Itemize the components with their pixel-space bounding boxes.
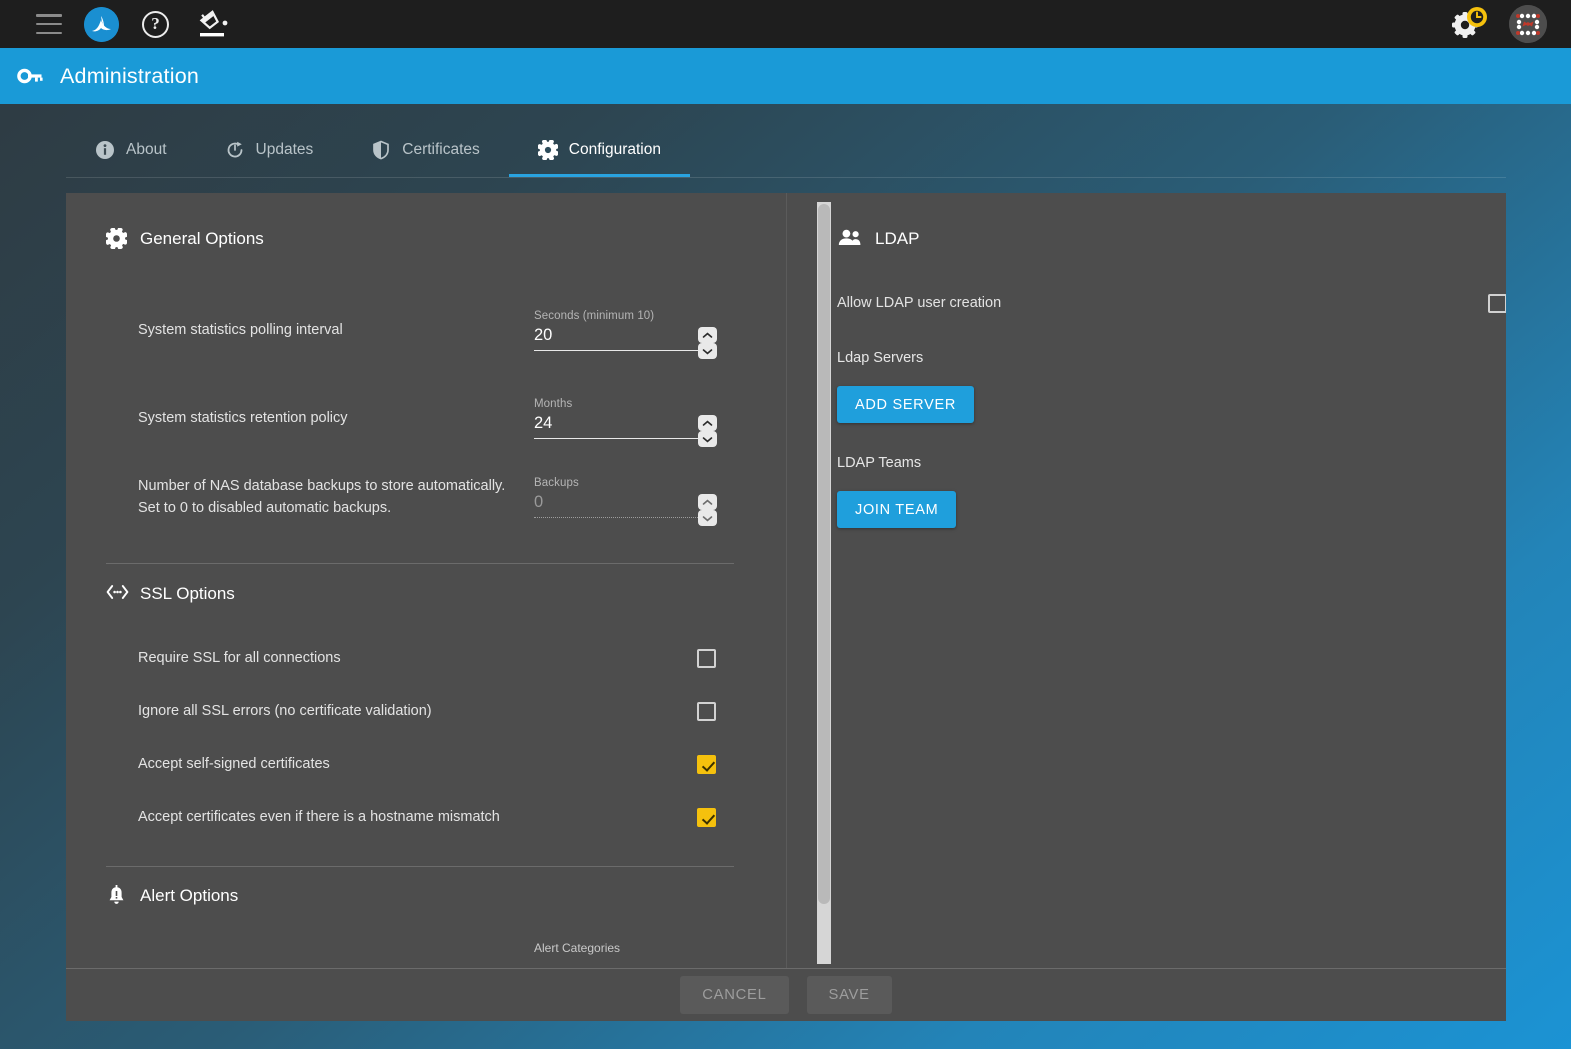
nas-backups-stepper[interactable] bbox=[698, 494, 717, 527]
hamburger-menu-icon[interactable] bbox=[36, 14, 62, 34]
right-column: LDAP Allow LDAP user creation Ldap Serve… bbox=[786, 193, 1506, 968]
field-caption: Seconds (minimum 10) bbox=[534, 310, 655, 322]
tab-bar: About Updates Certificates Configuration bbox=[66, 126, 1506, 178]
stepper-down-icon[interactable] bbox=[698, 343, 717, 359]
page-title: Administration bbox=[60, 63, 200, 88]
stepper-up-icon[interactable] bbox=[698, 494, 717, 511]
retention-policy-input[interactable]: 24 bbox=[534, 414, 716, 438]
tab-label: Configuration bbox=[568, 140, 661, 158]
section-divider bbox=[106, 866, 734, 867]
nas-backups-input[interactable]: 0 bbox=[534, 493, 716, 517]
retention-policy-input-group[interactable]: Months 24 bbox=[534, 398, 717, 447]
help-circle-icon[interactable]: ? bbox=[142, 10, 169, 38]
accept-hostname-mismatch-checkbox[interactable] bbox=[697, 808, 716, 828]
cancel-button[interactable]: CANCEL bbox=[680, 976, 789, 1014]
ssl-option-label: Accept self-signed certificates bbox=[138, 756, 330, 772]
top-bar: ? bbox=[0, 0, 1571, 48]
allow-ldap-user-creation-checkbox[interactable] bbox=[1488, 294, 1506, 314]
ldap-heading: LDAP bbox=[837, 228, 919, 249]
tab-label: Updates bbox=[255, 140, 314, 158]
setting-row-nas-backups: Number of NAS database backups to store … bbox=[138, 476, 717, 527]
ssl-option-row-hostname-mismatch[interactable]: Accept certificates even if there is a h… bbox=[138, 807, 716, 829]
section-divider bbox=[106, 563, 734, 564]
input-underline bbox=[534, 517, 716, 519]
add-server-button[interactable]: ADD SERVER bbox=[837, 386, 975, 423]
ssl-option-label: Ignore all SSL errors (no certificate va… bbox=[138, 703, 432, 719]
code-brackets-icon bbox=[106, 583, 129, 604]
join-team-button[interactable]: JOIN TEAM bbox=[837, 491, 957, 528]
polling-interval-input[interactable]: 20 bbox=[534, 326, 716, 350]
stepper-up-icon[interactable] bbox=[698, 415, 717, 431]
save-button[interactable]: SAVE bbox=[806, 976, 892, 1014]
ssl-option-label: Accept certificates even if there is a h… bbox=[138, 809, 500, 825]
ignore-ssl-errors-checkbox[interactable] bbox=[697, 702, 716, 722]
tab-about[interactable]: About bbox=[66, 125, 196, 177]
ldap-allow-user-creation-row[interactable]: Allow LDAP user creation bbox=[837, 293, 1506, 315]
ldap-teams-label: LDAP Teams bbox=[837, 455, 922, 471]
left-column: General Options System statistics pollin… bbox=[66, 193, 786, 968]
accept-self-signed-checkbox[interactable] bbox=[697, 755, 716, 775]
tab-certificates[interactable]: Certificates bbox=[342, 125, 509, 177]
ldap-option-label: Allow LDAP user creation bbox=[837, 295, 1002, 311]
card-footer: CANCEL SAVE bbox=[66, 968, 1506, 1021]
gear-icon bbox=[537, 138, 559, 161]
setting-row-polling-interval: System statistics polling interval Secon… bbox=[138, 310, 717, 359]
require-ssl-checkbox[interactable] bbox=[697, 649, 716, 669]
retention-policy-stepper[interactable] bbox=[698, 415, 717, 447]
refresh-icon bbox=[225, 140, 245, 160]
setting-label: System statistics retention policy bbox=[138, 409, 348, 426]
section-title: SSL Options bbox=[140, 583, 235, 603]
stepper-up-icon[interactable] bbox=[698, 327, 717, 343]
polling-interval-stepper[interactable] bbox=[698, 327, 717, 359]
page-header: Administration bbox=[0, 48, 1571, 104]
alert-categories-label: Alert Categories bbox=[534, 941, 621, 955]
ssl-option-row-require-ssl[interactable]: Require SSL for all connections bbox=[138, 648, 716, 670]
top-bar-right-group bbox=[1451, 5, 1557, 43]
user-avatar-identicon[interactable] bbox=[1509, 5, 1547, 43]
setting-row-retention-policy: System statistics retention policy Month… bbox=[138, 398, 717, 447]
section-title: Alert Options bbox=[140, 885, 239, 905]
setting-label: Number of NAS database backups to store … bbox=[138, 478, 506, 516]
ssl-option-label: Require SSL for all connections bbox=[138, 650, 341, 666]
section-title: General Options bbox=[140, 228, 264, 248]
ldap-servers-label: Ldap Servers bbox=[837, 350, 924, 366]
nas-backups-input-group[interactable]: Backups 0 bbox=[534, 477, 717, 527]
section-title: LDAP bbox=[875, 228, 920, 248]
paint-bucket-icon[interactable] bbox=[196, 8, 230, 40]
info-icon bbox=[95, 140, 115, 160]
tab-updates[interactable]: Updates bbox=[196, 125, 343, 177]
card-body: General Options System statistics pollin… bbox=[66, 193, 1506, 968]
ssl-option-row-ignore-errors[interactable]: Ignore all SSL errors (no certificate va… bbox=[138, 701, 716, 723]
tab-label: About bbox=[126, 140, 167, 158]
bell-icon bbox=[106, 885, 127, 906]
polling-interval-input-group[interactable]: Seconds (minimum 10) 20 bbox=[534, 310, 717, 359]
gear-icon[interactable] bbox=[1451, 6, 1491, 42]
ssl-option-row-self-signed[interactable]: Accept self-signed certificates bbox=[138, 754, 716, 776]
setting-label: System statistics polling interval bbox=[138, 321, 343, 338]
people-icon bbox=[837, 228, 862, 249]
input-underline bbox=[534, 438, 716, 439]
alert-options-heading: Alert Options bbox=[106, 885, 238, 906]
tab-configuration[interactable]: Configuration bbox=[508, 125, 690, 177]
field-caption: Months bbox=[534, 398, 573, 410]
field-caption: Backups bbox=[534, 477, 579, 490]
configuration-card: General Options System statistics pollin… bbox=[66, 193, 1506, 1021]
tab-label: Certificates bbox=[402, 140, 480, 158]
app-logo-icon[interactable] bbox=[84, 6, 119, 42]
gear-icon bbox=[105, 227, 128, 250]
stepper-down-icon[interactable] bbox=[698, 431, 717, 447]
key-icon bbox=[16, 62, 44, 90]
stepper-down-icon[interactable] bbox=[698, 510, 717, 527]
general-options-heading: General Options bbox=[105, 227, 264, 250]
input-underline bbox=[534, 350, 716, 351]
ssl-options-heading: SSL Options bbox=[106, 583, 235, 604]
shield-icon bbox=[371, 140, 391, 160]
